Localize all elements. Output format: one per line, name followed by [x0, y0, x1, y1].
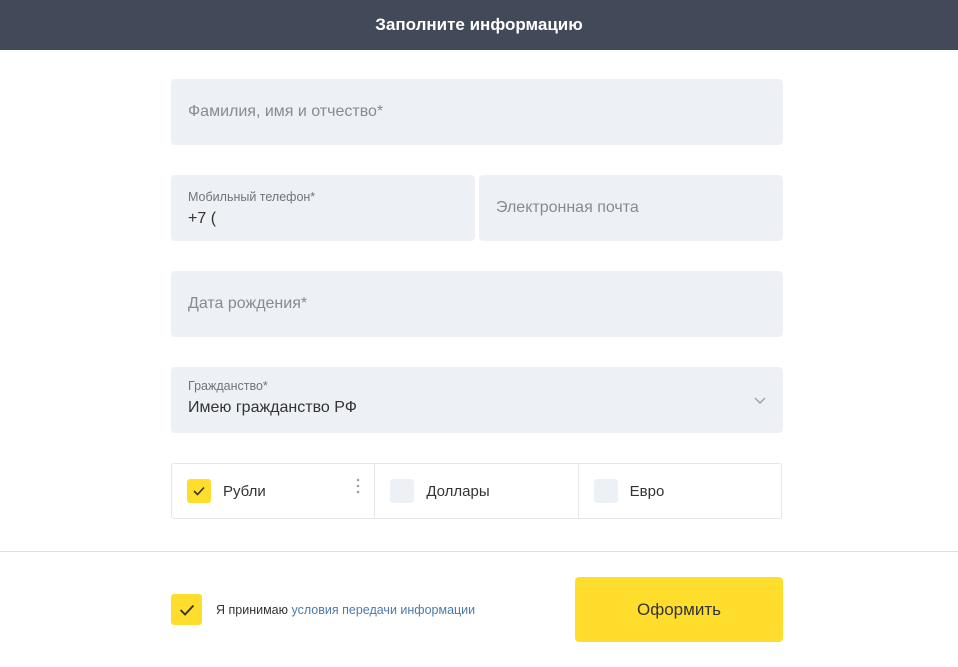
- email-placeholder: Электронная почта: [496, 199, 639, 216]
- citizenship-label: Гражданство*: [188, 379, 268, 393]
- currency-label-rub: Рубли: [223, 482, 266, 500]
- checkbox-rub[interactable]: [187, 479, 211, 503]
- currency-label-usd: Доллары: [426, 482, 490, 500]
- full-name-field[interactable]: Фамилия, имя и отчество*: [171, 79, 783, 145]
- citizenship-select[interactable]: Гражданство* Имею гражданство РФ: [171, 367, 783, 433]
- full-name-placeholder: Фамилия, имя и отчество*: [188, 103, 384, 120]
- phone-value: +7 (: [188, 210, 217, 227]
- check-icon: [179, 604, 194, 616]
- currency-label-eur: Евро: [629, 482, 665, 500]
- chevron-down-icon: [754, 397, 766, 404]
- birth-date-field[interactable]: Дата рождения*: [171, 271, 783, 337]
- phone-field[interactable]: Мобильный телефон* +7 (: [171, 175, 475, 241]
- agreement-row: Я принимаю условия передачи информации: [171, 594, 475, 625]
- more-vertical-icon[interactable]: [356, 477, 360, 495]
- currency-option-usd[interactable]: Доллары: [374, 464, 577, 518]
- agreement-prefix: Я принимаю: [216, 602, 289, 617]
- phone-label: Мобильный телефон*: [188, 190, 316, 204]
- page-title: Заполните информацию: [375, 15, 583, 34]
- checkbox-usd[interactable]: [390, 479, 415, 503]
- submit-button[interactable]: Оформить: [575, 577, 783, 642]
- agreement-text: Я принимаю условия передачи информации: [216, 603, 475, 617]
- currency-option-rub[interactable]: Рубли: [172, 464, 374, 518]
- birth-date-placeholder: Дата рождения*: [188, 295, 308, 312]
- email-field[interactable]: Электронная почта: [479, 175, 783, 241]
- check-icon: [193, 486, 205, 496]
- header-bar: Заполните информацию: [0, 0, 958, 50]
- currency-selector: Рубли Доллары Евро: [171, 463, 782, 519]
- terms-link[interactable]: условия передачи информации: [292, 603, 476, 617]
- currency-option-eur[interactable]: Евро: [577, 464, 781, 518]
- agreement-checkbox[interactable]: [171, 594, 202, 625]
- divider: [0, 551, 958, 552]
- citizenship-value: Имею гражданство РФ: [188, 399, 357, 416]
- checkbox-eur[interactable]: [593, 479, 618, 503]
